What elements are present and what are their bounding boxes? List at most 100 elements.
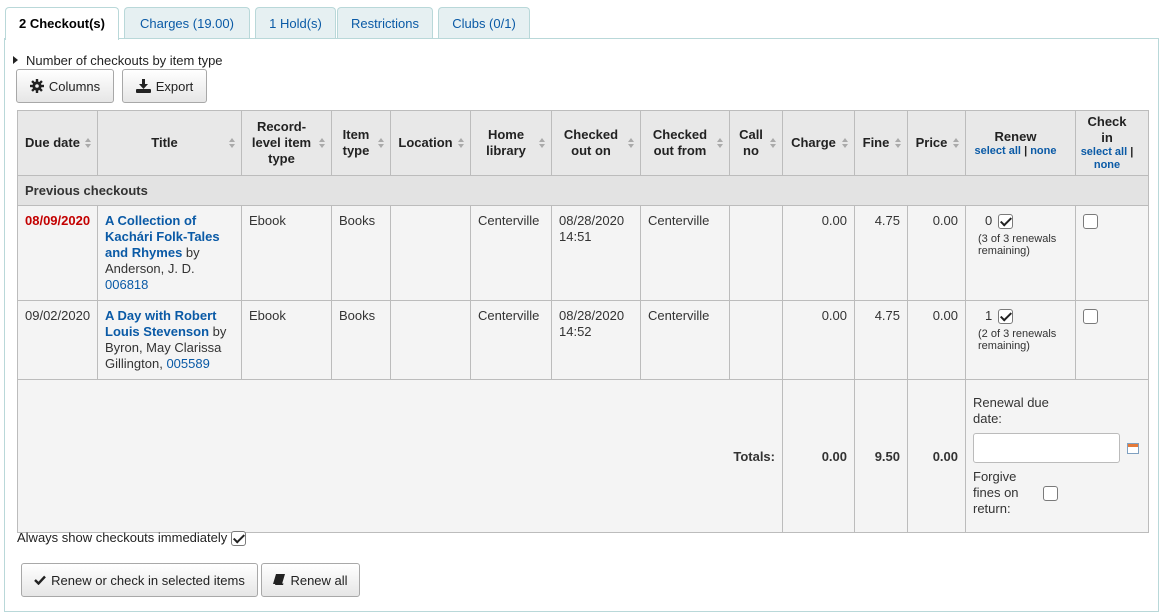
renew-cell: 1 (2 of 3 renewals remaining) bbox=[965, 300, 1076, 380]
col-charge[interactable]: Charge bbox=[782, 110, 855, 176]
tab-charges[interactable]: Charges (19.00) bbox=[124, 7, 250, 39]
due-date-cell: 09/02/2020 bbox=[17, 300, 98, 380]
renew-checkbox[interactable] bbox=[998, 214, 1014, 230]
due-date-cell: 08/09/2020 bbox=[17, 205, 98, 301]
title-cell: A Day with Robert Louis Stevenson by Byr… bbox=[97, 300, 242, 380]
calendar-icon[interactable] bbox=[1126, 442, 1139, 454]
title-cell: A Collection of Kachári Folk-Tales and R… bbox=[97, 205, 242, 301]
checkin-cell bbox=[1075, 300, 1149, 380]
tab-checkouts[interactable]: 2 Checkout(s) bbox=[5, 7, 119, 40]
book-icon bbox=[273, 574, 286, 585]
col-call-no[interactable]: Call no bbox=[729, 110, 783, 176]
sort-icon bbox=[953, 138, 960, 148]
tab-clubs[interactable]: Clubs (0/1) bbox=[438, 7, 530, 39]
sort-icon bbox=[85, 138, 92, 148]
checkin-cell bbox=[1075, 205, 1149, 301]
title-link[interactable]: A Collection of Kachári Folk-Tales and R… bbox=[105, 213, 220, 260]
checkouts-by-type-toggle[interactable]: Number of checkouts by item type bbox=[13, 53, 223, 68]
renewals-count: 1 bbox=[985, 308, 993, 323]
barcode-link[interactable]: 005589 bbox=[166, 356, 209, 371]
col-price[interactable]: Price bbox=[907, 110, 966, 176]
checkin-checkbox[interactable] bbox=[1083, 309, 1098, 325]
price-cell: 0.00 bbox=[907, 205, 966, 301]
location-cell bbox=[390, 205, 471, 301]
checked-out-on-cell: 08/28/2020 14:51 bbox=[551, 205, 641, 301]
export-button[interactable]: Export bbox=[122, 69, 207, 103]
total-price: 0.00 bbox=[907, 379, 966, 533]
col-checked-out-on[interactable]: Checked out on bbox=[551, 110, 641, 176]
always-show-label: Always show checkouts immediately bbox=[17, 530, 228, 545]
sort-icon bbox=[539, 138, 546, 148]
renew-or-checkin-label: Renew or check in selected items bbox=[51, 572, 245, 588]
col-location[interactable]: Location bbox=[390, 110, 471, 176]
location-cell bbox=[390, 300, 471, 380]
columns-label: Columns bbox=[48, 78, 101, 94]
title-link[interactable]: A Day with Robert Louis Stevenson bbox=[105, 308, 216, 339]
checkin-header-label: Check in bbox=[1087, 114, 1127, 145]
by-text: by bbox=[182, 245, 200, 260]
sort-icon bbox=[628, 138, 635, 148]
sort-icon bbox=[895, 138, 902, 148]
totals-row: Totals: 0.00 9.50 0.00 Renewal due date:… bbox=[17, 379, 1149, 533]
tab-holds[interactable]: 1 Hold(s) bbox=[255, 7, 336, 39]
col-due-date[interactable]: Due date bbox=[17, 110, 98, 176]
renew-cell: 0 (3 of 3 renewals remaining) bbox=[965, 205, 1076, 301]
col-title[interactable]: Title bbox=[97, 110, 242, 176]
renewal-options-cell: Renewal due date: Forgive fines on retur… bbox=[965, 379, 1149, 533]
call-no-cell bbox=[729, 300, 783, 380]
sort-icon bbox=[378, 138, 385, 148]
columns-button[interactable]: Columns bbox=[16, 69, 114, 103]
gear-icon bbox=[29, 79, 44, 93]
checked-out-on-cell: 08/28/2020 14:52 bbox=[551, 300, 641, 380]
checkouts-table: Due date Title Record-level item type It… bbox=[17, 110, 1149, 533]
checkin-select-all-link[interactable]: select all bbox=[1081, 146, 1127, 158]
group-label: Previous checkouts bbox=[17, 175, 1149, 206]
col-item-type[interactable]: Item type bbox=[331, 110, 391, 176]
renew-checkbox[interactable] bbox=[998, 309, 1014, 325]
renew-select-none-link[interactable]: none bbox=[1030, 145, 1056, 157]
export-label: Export bbox=[155, 78, 194, 94]
totals-label: Totals: bbox=[17, 379, 783, 533]
check-icon bbox=[34, 575, 47, 585]
price-cell: 0.00 bbox=[907, 300, 966, 380]
item-type-cell: Books bbox=[331, 300, 391, 380]
barcode-link[interactable]: 006818 bbox=[105, 277, 148, 292]
checked-out-from-cell: Centerville bbox=[640, 205, 730, 301]
tab-restrictions[interactable]: Restrictions bbox=[337, 7, 433, 39]
separator: | bbox=[1130, 146, 1134, 158]
renew-select-all-link[interactable]: select all bbox=[975, 145, 1021, 157]
item-type-cell: Books bbox=[331, 205, 391, 301]
renew-all-label: Renew all bbox=[290, 572, 348, 588]
col-record-level-item-type[interactable]: Record-level item type bbox=[241, 110, 332, 176]
sort-icon bbox=[842, 138, 849, 148]
home-library-cell: Centerville bbox=[470, 300, 552, 380]
table-row: 09/02/2020 A Day with Robert Louis Steve… bbox=[17, 300, 1149, 380]
group-row: Previous checkouts bbox=[17, 175, 1149, 206]
call-no-cell bbox=[729, 205, 783, 301]
forgive-fines-label: Forgive fines on return: bbox=[973, 469, 1019, 516]
col-home-library[interactable]: Home library bbox=[470, 110, 552, 176]
renew-or-checkin-button[interactable]: Renew or check in selected items bbox=[21, 563, 258, 597]
total-fine: 9.50 bbox=[854, 379, 908, 533]
forgive-fines-checkbox[interactable] bbox=[1043, 485, 1058, 501]
record-level-item-type-cell: Ebook bbox=[241, 300, 332, 380]
sort-icon bbox=[319, 138, 326, 148]
checked-out-from-cell: Centerville bbox=[640, 300, 730, 380]
table-row: 08/09/2020 A Collection of Kachári Folk-… bbox=[17, 205, 1149, 301]
col-fine[interactable]: Fine bbox=[854, 110, 908, 176]
col-checked-out-from[interactable]: Checked out from bbox=[640, 110, 730, 176]
fine-cell: 4.75 bbox=[854, 205, 908, 301]
total-charge: 0.00 bbox=[782, 379, 855, 533]
always-show-checkouts: Always show checkouts immediately bbox=[17, 530, 246, 547]
checkin-checkbox[interactable] bbox=[1083, 214, 1098, 230]
fine-cell: 4.75 bbox=[854, 300, 908, 380]
download-icon bbox=[135, 79, 151, 93]
renewal-due-date-input[interactable] bbox=[973, 433, 1120, 463]
always-show-checkbox[interactable] bbox=[230, 531, 246, 547]
checkin-select-none-link[interactable]: none bbox=[1094, 159, 1120, 171]
renew-all-button[interactable]: Renew all bbox=[261, 563, 360, 597]
renewals-remaining: (2 of 3 renewals remaining) bbox=[978, 328, 1057, 353]
col-check-in: Check in select all | none bbox=[1075, 110, 1149, 176]
record-level-item-type-cell: Ebook bbox=[241, 205, 332, 301]
caret-right-icon bbox=[13, 56, 18, 64]
